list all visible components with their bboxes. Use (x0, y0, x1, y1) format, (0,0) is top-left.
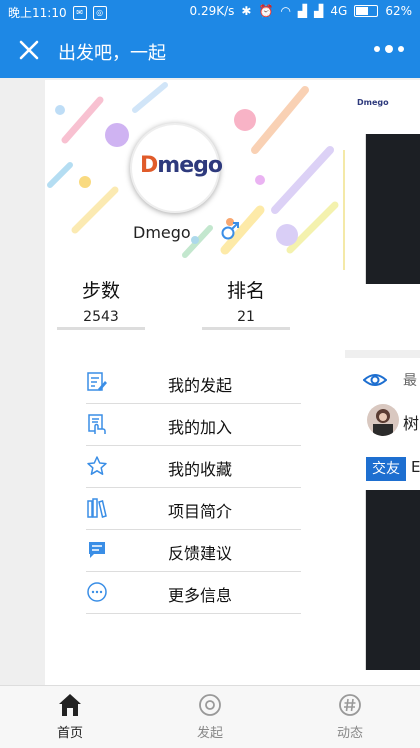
side-card[interactable]: Dmego 最 树 交友 E (345, 80, 420, 685)
side-card-image[interactable] (365, 134, 420, 284)
menu-label: 更多信息 (168, 586, 233, 605)
menu-item-project-intro[interactable]: 项目简介 (86, 488, 301, 530)
profile-card: Dmego Dmego 步数 2543 排名 21 我的发起 我的加入 我的收藏… (45, 80, 345, 685)
status-bar: 晚上11:10 ✉ ◎ 0.29K/s ✱ ⏰ ◠ ▟ ▟ 4G 62% (0, 0, 420, 24)
home-icon (59, 694, 81, 716)
post-title: E (411, 458, 420, 476)
launch-icon (199, 694, 221, 716)
hashtag-icon (339, 694, 361, 716)
avatar-logo: Dmego (140, 153, 223, 178)
menu-label: 项目简介 (168, 502, 233, 521)
menu-item-my-joined[interactable]: 我的加入 (86, 404, 301, 446)
tab-dynamics[interactable]: 动态 (310, 692, 390, 741)
post-image[interactable] (365, 490, 420, 670)
page-title: 出发吧，一起 (58, 43, 166, 64)
signal-icon-2: ▟ (314, 4, 324, 18)
battery-icon (354, 5, 379, 17)
steps-label: 步数 (81, 280, 120, 302)
rank-label: 排名 (226, 280, 265, 302)
steps-underline (57, 327, 145, 330)
star-icon (87, 456, 107, 475)
tab-label: 动态 (336, 726, 363, 741)
close-icon[interactable] (18, 39, 40, 61)
menu-label: 我的发起 (168, 376, 233, 395)
tab-label: 首页 (56, 726, 83, 741)
menu-label: 我的加入 (168, 418, 233, 437)
user-name: 树 (403, 414, 420, 433)
user-avatar[interactable] (367, 404, 399, 436)
tab-bar: 首页 发起 动态 (0, 685, 420, 748)
battery-level: 62% (385, 4, 412, 18)
chat-icon (89, 542, 105, 558)
divider (345, 350, 420, 358)
bluetooth-icon: ✱ (241, 4, 252, 18)
wifi-icon: ◠ (280, 4, 291, 18)
edit-doc-icon (87, 372, 107, 391)
menu-item-my-favorites[interactable]: 我的收藏 (86, 446, 301, 488)
profile-menu: 我的发起 我的加入 我的收藏 项目简介 反馈建议 更多信息 (86, 362, 301, 614)
menu-item-my-initiated[interactable]: 我的发起 (86, 362, 301, 404)
alarm-off-icon: ⏰ (258, 4, 274, 18)
male-icon (221, 222, 239, 240)
rank-underline (202, 327, 290, 330)
more-circle-icon (87, 582, 107, 602)
signal-icon: ▟ (297, 4, 308, 18)
username: Dmego (133, 223, 191, 242)
menu-label: 我的收藏 (168, 460, 233, 479)
profile-banner: Dmego Dmego (45, 80, 345, 260)
net-speed: 0.29K/s (189, 4, 235, 18)
app-bar: 出发吧，一起 (0, 24, 420, 78)
avatar[interactable]: Dmego (130, 123, 223, 213)
app-notification-icon: ◎ (92, 5, 107, 20)
tab-launch[interactable]: 发起 (170, 692, 250, 741)
rank-value: 21 (237, 309, 255, 325)
network-type: 4G (330, 4, 348, 18)
hand-doc-icon (88, 414, 106, 434)
steps-value: 2543 (83, 309, 119, 325)
side-card-header: Dmego (345, 80, 420, 125)
status-time: 晚上11:10 (8, 6, 67, 20)
menu-item-more-info[interactable]: 更多信息 (86, 572, 301, 614)
more-options-icon[interactable] (374, 45, 404, 53)
notification-icon: ✉ (72, 5, 87, 20)
category-badge: 交友 (366, 457, 406, 481)
tab-label: 发起 (196, 726, 223, 741)
menu-item-feedback[interactable]: 反馈建议 (86, 530, 301, 572)
side-card-logo: Dmego (357, 98, 389, 107)
steps-stat: 步数 2543 (57, 276, 145, 330)
rank-stat: 排名 21 (202, 276, 290, 330)
latest-label: 最 (403, 373, 417, 389)
menu-label: 反馈建议 (168, 544, 233, 563)
tab-home[interactable]: 首页 (30, 692, 110, 741)
books-icon (87, 498, 107, 518)
eye-icon (363, 374, 387, 386)
